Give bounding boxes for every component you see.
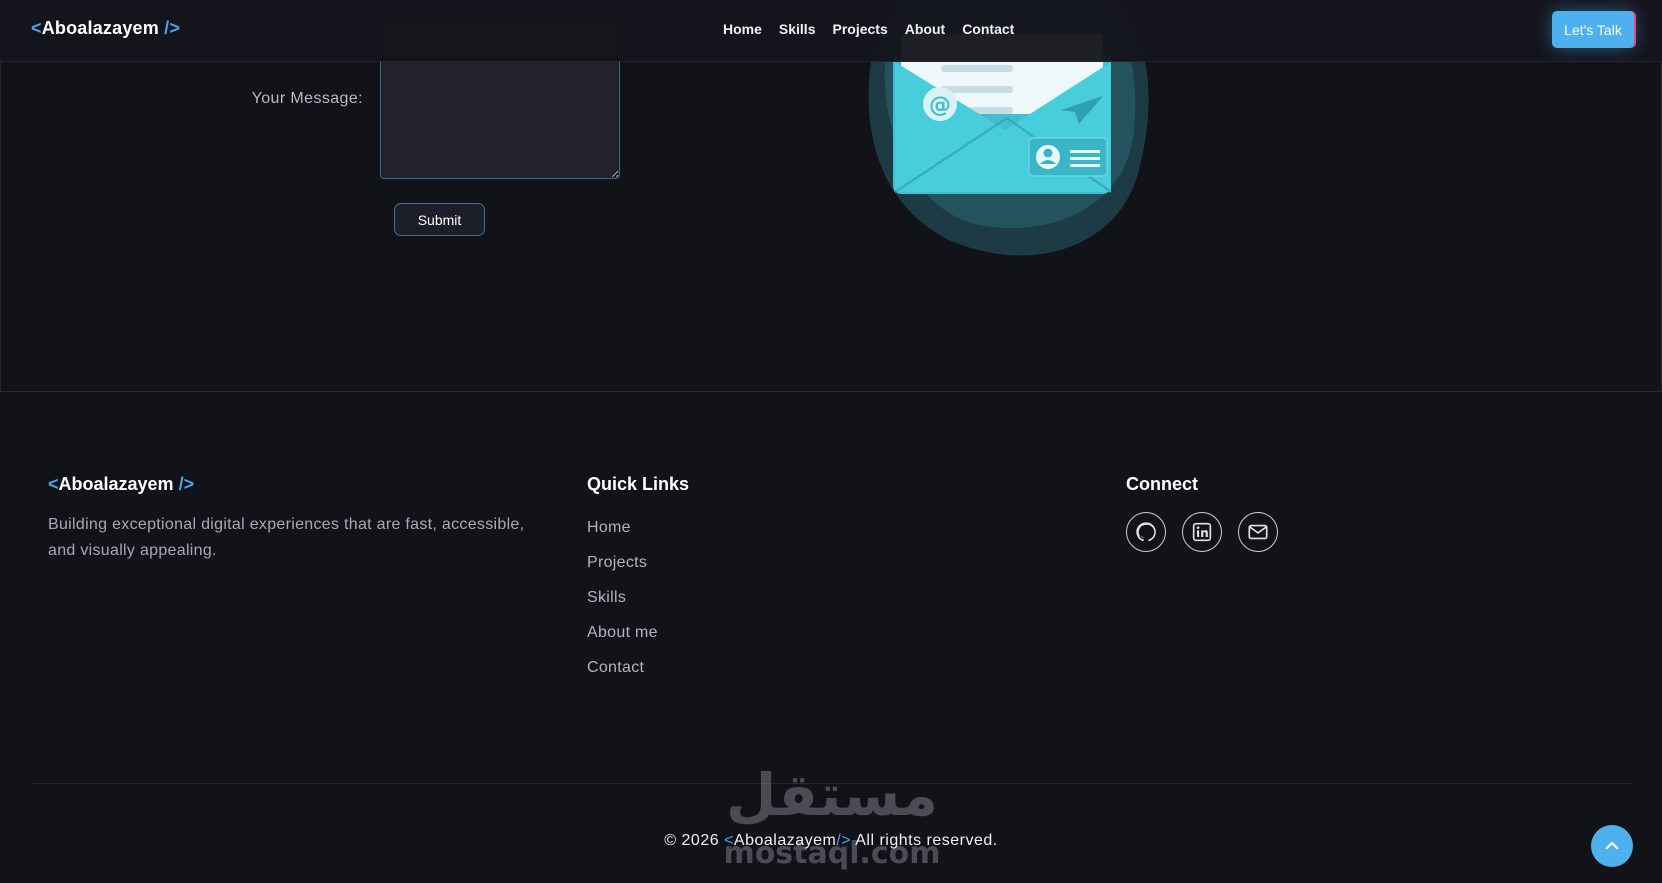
github-icon — [1136, 522, 1156, 542]
mostaql-watermark: مستقل mostaql.com — [723, 763, 940, 871]
site-header: <Aboalazayem /> Home Skills Projects Abo… — [0, 0, 1662, 62]
copyright-text: © 2026 <Aboalazayem/> All rights reserve… — [0, 832, 1662, 850]
copyright-close-bracket: /> — [836, 832, 852, 849]
footer-logo-open-bracket: < — [48, 474, 59, 494]
quick-links-heading: Quick Links — [587, 474, 690, 494]
message-label: Your Message: — [251, 90, 363, 107]
list-item: About me — [587, 624, 658, 659]
footer-link-home[interactable]: Home — [587, 519, 631, 536]
nav-contact[interactable]: Contact — [962, 21, 1014, 37]
footer-logo-close-bracket: /> — [173, 474, 195, 494]
list-item: Projects — [587, 554, 658, 589]
copyright-suffix: All rights reserved. — [851, 832, 998, 849]
github-link[interactable] — [1126, 512, 1166, 552]
copyright-open-bracket: < — [724, 832, 734, 849]
footer-link-about[interactable]: About me — [587, 624, 658, 641]
quick-links-list: Home Projects Skills About me Contact — [587, 519, 658, 694]
main-nav: Home Skills Projects About Contact — [723, 21, 1014, 37]
email-link[interactable] — [1238, 512, 1278, 552]
nav-home[interactable]: Home — [723, 21, 762, 37]
linkedin-link[interactable] — [1182, 512, 1222, 552]
copyright-name: Aboalazayem — [733, 832, 837, 849]
nav-about[interactable]: About — [905, 21, 945, 37]
footer-link-skills[interactable]: Skills — [587, 589, 626, 606]
watermark-arabic: مستقل — [726, 763, 938, 829]
nav-skills[interactable]: Skills — [779, 21, 816, 37]
nav-projects[interactable]: Projects — [833, 21, 888, 37]
footer-description: Building exceptional digital experiences… — [48, 516, 525, 559]
svg-text:@: @ — [929, 93, 951, 118]
logo-name: Aboalazayem — [41, 18, 159, 38]
footer-link-contact[interactable]: Contact — [587, 659, 644, 676]
footer-link-projects[interactable]: Projects — [587, 554, 647, 571]
site-logo[interactable]: <Aboalazayem /> — [31, 18, 180, 39]
footer-logo[interactable]: <Aboalazayem /> — [48, 474, 194, 495]
list-item: Contact — [587, 659, 658, 694]
message-textarea[interactable] — [380, 61, 620, 179]
copyright-prefix: © 2026 — [664, 832, 725, 849]
submit-button[interactable]: Submit — [394, 203, 485, 236]
social-links — [1126, 512, 1278, 552]
mail-icon — [1248, 524, 1268, 540]
footer-logo-name: Aboalazayem — [58, 474, 174, 494]
logo-close-bracket: /> — [158, 18, 181, 38]
list-item: Skills — [587, 589, 658, 624]
logo-open-bracket: < — [31, 18, 42, 38]
connect-heading: Connect — [1126, 474, 1198, 494]
list-item: Home — [587, 519, 658, 554]
lets-talk-button[interactable]: Let's Talk — [1552, 11, 1634, 48]
linkedin-icon — [1192, 522, 1212, 542]
